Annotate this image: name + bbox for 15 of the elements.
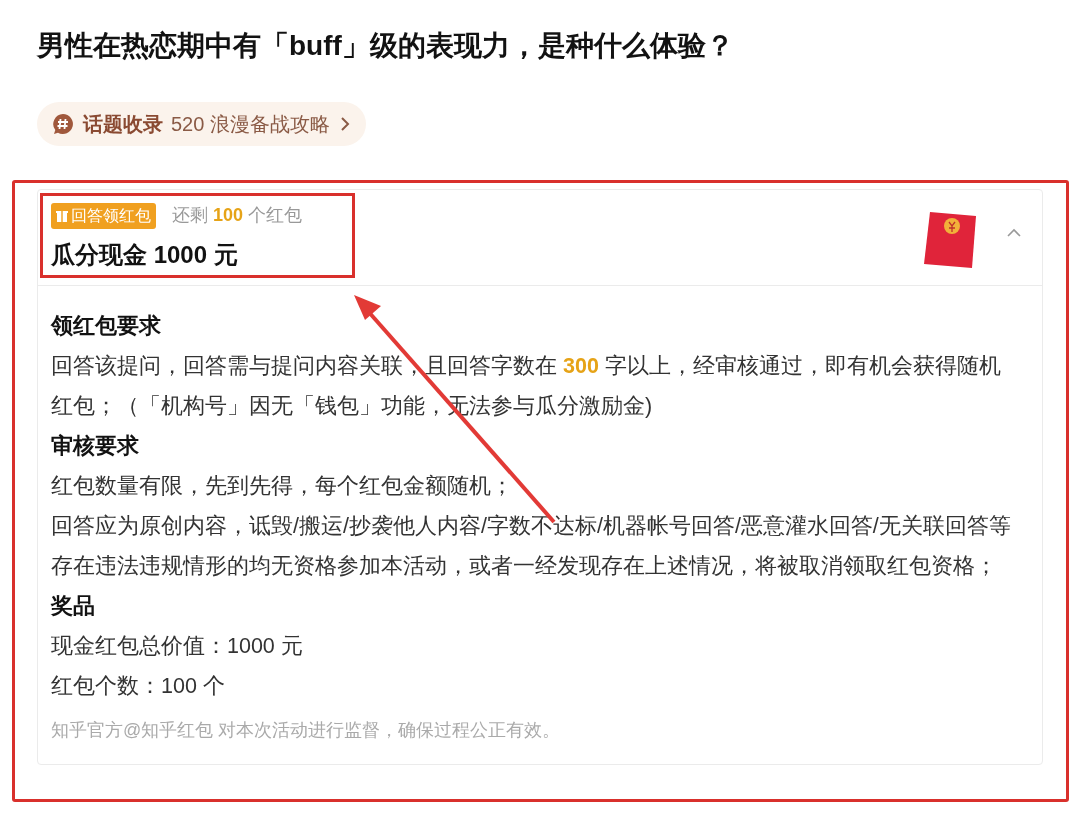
reward-badge: 回答领红包	[51, 202, 156, 229]
supervision-note: 知乎官方@知乎红包 对本次活动进行监督，确保过程公正有效。	[51, 719, 562, 742]
section-heading: 审核要求	[51, 433, 140, 460]
topic-link[interactable]: 话题收录 520 浪漫备战攻略	[37, 102, 366, 146]
reward-title: 瓜分现金 1000 元	[51, 240, 239, 270]
remaining-count: 还剩 100 个红包	[172, 204, 303, 227]
section-heading: 奖品	[51, 593, 96, 620]
hashtag-icon	[51, 112, 75, 136]
section-text: 回答应为原创内容，诋毁/搬运/抄袭他人内容/字数不达标/机器帐号回答/恶意灌水回答/无关联回答等存在违法违规情形的均无资格参加本活动，或者一经发现存在上述情况，将被取消领取红包资格；	[51, 513, 1012, 580]
question-title: 男性在热恋期中有「buff」级的表现力，是种什么体验？	[37, 29, 735, 63]
section-text: 红包数量有限，先到先得，每个红包金额随机；	[51, 473, 514, 500]
section-text: 红包个数：100 个	[51, 673, 226, 700]
section-heading: 领红包要求	[51, 313, 162, 340]
gift-icon	[56, 208, 68, 223]
section-text: 现金红包总价值：1000 元	[51, 633, 304, 660]
